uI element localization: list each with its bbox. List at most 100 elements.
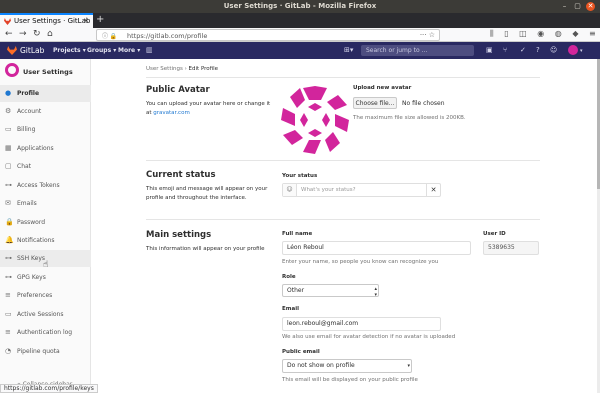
sidebar-item-account[interactable]: ⚙ Account [0,103,91,120]
emoji-picker-icon[interactable]: ☺ [283,184,297,196]
credit-card-icon: ▭ [5,125,12,133]
forward-icon[interactable]: → [19,29,27,39]
public-email-label: Public email [282,349,320,355]
mouse-pointer-icon: ☝ [43,260,49,270]
reload-icon[interactable]: ↻ [33,29,41,39]
role-value: Other [287,287,305,294]
search-input[interactable]: Search or jump to ... [361,45,474,56]
status-input[interactable]: ☺ What's your status? ✕ [282,183,441,197]
clear-status-icon[interactable]: ✕ [426,184,440,196]
home-icon[interactable]: ⌂ [47,29,53,39]
public-email-select[interactable]: Do not show on profile ▾ [282,359,412,373]
sidebar-item-label: Emails [17,200,37,207]
max-file-size-hint: The maximum file size allowed is 200KB. [353,115,466,121]
window-title: User Settings · GitLab - Mozilla Firefox [223,2,377,10]
sidebar-item-applications[interactable]: ▦ Applications [0,140,91,157]
full-name-field[interactable]: Léon Reboul [282,241,471,255]
toolbar-icons[interactable]: ⫼ ▯ ◫ ◉ ◍ ◆ ≡ [490,29,600,39]
close-window-button[interactable]: ✕ [586,2,595,11]
sidebar-item-chat[interactable]: ▢ Chat [0,158,91,175]
breadcrumb-separator: › [184,66,187,72]
choose-file-button[interactable]: Choose file... [353,97,397,109]
public-avatar-description: You can upload your avatar here or chang… [146,100,272,117]
sidebar-item-password[interactable]: 🔒 Password [0,214,91,231]
sidebar-item-profile[interactable]: ● Profile [0,85,91,102]
sidebar-item-label: SSH Keys [17,255,46,262]
user-id-label: User ID [483,231,506,237]
gitlab-logo-icon[interactable] [7,46,17,55]
gear-icon: ⚙ [5,107,12,115]
full-name-label: Full name [282,231,313,237]
sidebar-item-gpg-keys[interactable]: ⊶ GPG Keys [0,269,91,286]
activity-chart-icon[interactable]: ▥ [146,46,153,54]
email-field[interactable]: leon.reboul@gmail.com [282,317,441,331]
full-name-hint: Enter your name, so people you know can … [282,259,439,265]
help-icon[interactable]: ? [536,46,540,54]
user-id-field: 5389635 [483,241,539,255]
url-text[interactable]: https://gitlab.com/profile [127,32,207,40]
url-bar[interactable]: ⓘ 🔒 https://gitlab.com/profile ··· ☆ [96,29,440,41]
divider [146,219,540,220]
gravatar-link[interactable]: gravatar.com [153,110,190,116]
breadcrumb-current: Edit Profile [188,66,219,72]
minimize-button[interactable]: – [560,2,569,11]
sidebar-item-preferences[interactable]: ≡ Preferences [0,287,91,304]
key-icon: ⊶ [5,273,12,281]
back-icon[interactable]: ← [5,29,13,39]
breadcrumb-user-settings[interactable]: User Settings [146,66,183,72]
sidebar-item-label: Billing [17,126,36,133]
pie-chart-icon: ◔ [5,347,12,355]
gitlab-navbar: GitLab Projects ▾ Groups ▾ More ▾ ▥ ⊞▾ S… [0,42,600,59]
applications-icon: ▦ [5,144,12,152]
projects-menu[interactable]: Projects ▾ [53,47,86,54]
public-email-value: Do not show on profile [287,362,355,369]
sidebar-item-active-sessions[interactable]: ▭ Active Sessions [0,306,91,323]
chevron-down-icon: ▾ [407,363,410,369]
sidebar-item-label: Pipeline quota [17,348,60,355]
browser-tab[interactable]: User Settings · GitLab ✕ [0,13,93,28]
issues-icon[interactable]: ▣ [486,46,493,54]
avatar[interactable] [568,45,578,55]
site-info-icon[interactable]: ⓘ 🔒 [102,31,117,40]
email-label: Email [282,306,299,312]
monitor-icon: ▭ [5,310,12,318]
sidebar-title: User Settings [23,68,73,76]
sidebar-item-label: Profile [17,90,40,97]
sidebar-item-label: GPG Keys [17,274,46,281]
status-placeholder[interactable]: What's your status? [301,187,356,193]
tab-close-icon[interactable]: ✕ [83,17,89,25]
chat-icon: ▢ [5,162,12,170]
link-status-bar: https://gitlab.com/profile/keys [0,384,98,393]
plus-icon[interactable]: ⊞▾ [344,46,353,54]
status-icon[interactable]: ☺ [550,46,557,54]
public-email-hint: This email will be displayed on your pub… [282,377,418,383]
breadcrumb: User Settings › Edit Profile [146,66,218,72]
sidebar-item-pipeline-quota[interactable]: ◔ Pipeline quota [0,343,91,360]
upload-avatar-label: Upload new avatar [353,85,412,91]
sidebar-header[interactable]: User Settings [0,59,91,85]
todos-icon[interactable]: ✓ [520,46,526,54]
your-status-label: Your status [282,173,318,179]
sidebar-item-authentication-log[interactable]: ≡ Authentication log [0,324,91,341]
user-menu-chevron-icon[interactable]: ▾ [580,48,583,54]
gitlab-brand[interactable]: GitLab [20,46,44,55]
sidebar-item-label: Chat [17,163,32,170]
page-actions-icon[interactable]: ··· ☆ [420,31,435,39]
main-settings-heading: Main settings [146,230,212,240]
browser-navbar: ← → ↻ ⌂ ⓘ 🔒 https://gitlab.com/profile ·… [0,28,600,42]
groups-menu[interactable]: Groups ▾ [87,47,116,54]
role-label: Role [282,274,296,280]
maximize-button[interactable]: ▢ [573,2,582,11]
merge-requests-icon[interactable]: ⑂ [503,46,507,54]
gitlab-favicon-icon [4,18,11,25]
sidebar-item-access-tokens[interactable]: ⊶ Access Tokens [0,177,91,194]
divider [146,160,540,161]
settings-sidebar: User Settings ● Profile ⚙ Account ▭ Billing… [0,59,91,393]
sidebar-item-emails[interactable]: ✉ Emails [0,195,91,212]
role-select[interactable]: Other ▴ ▾ [282,284,379,298]
sidebar-item-notifications[interactable]: 🔔 Notifications [0,232,91,249]
new-tab-button[interactable]: + [96,14,104,25]
more-menu[interactable]: More ▾ [118,47,140,54]
sidebar-avatar-icon [5,63,19,77]
sidebar-item-billing[interactable]: ▭ Billing [0,121,91,138]
